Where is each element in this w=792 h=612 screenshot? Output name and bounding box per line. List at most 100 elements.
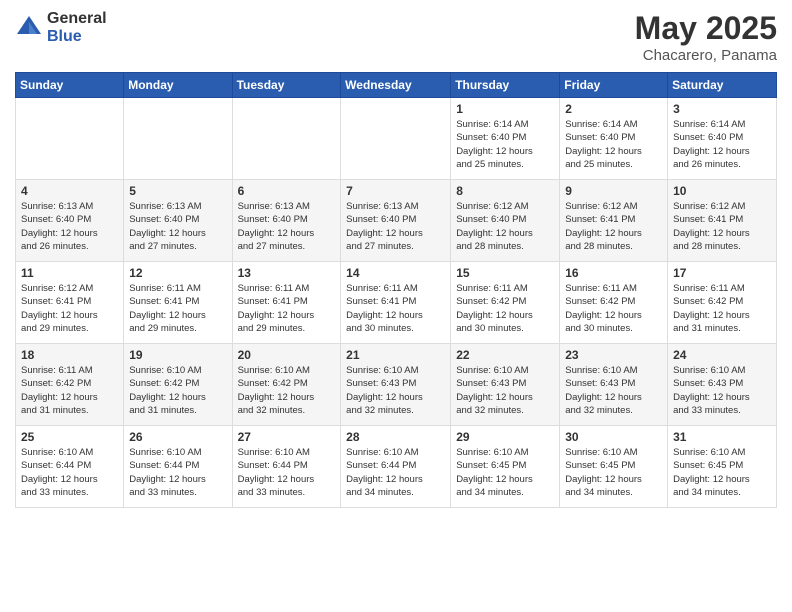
calendar-cell: 1 Sunrise: 6:14 AM Sunset: 6:40 PM Daylig… bbox=[451, 98, 560, 180]
day-number: 5 bbox=[129, 184, 226, 198]
day-number: 10 bbox=[673, 184, 771, 198]
col-tuesday: Tuesday bbox=[232, 73, 341, 98]
day-number: 18 bbox=[21, 348, 118, 362]
calendar-cell: 4 Sunrise: 6:13 AM Sunset: 6:40 PM Daylig… bbox=[16, 180, 124, 262]
calendar-header-row: Sunday Monday Tuesday Wednesday Thursday… bbox=[16, 73, 777, 98]
day-info: Sunrise: 6:11 AM Sunset: 6:42 PM Dayligh… bbox=[565, 282, 662, 335]
logo-text: General Blue bbox=[47, 10, 107, 45]
calendar-cell bbox=[341, 98, 451, 180]
calendar-cell: 6Sunrise: 6:13 AM Sunset: 6:40 PM Daylig… bbox=[232, 180, 341, 262]
day-info: Sunrise: 6:10 AM Sunset: 6:45 PM Dayligh… bbox=[456, 446, 554, 499]
day-info: Sunrise: 6:11 AM Sunset: 6:41 PM Dayligh… bbox=[129, 282, 226, 335]
day-info: Sunrise: 6:10 AM Sunset: 6:43 PM Dayligh… bbox=[673, 364, 771, 417]
day-number: 30 bbox=[565, 430, 662, 444]
logo: General Blue bbox=[15, 10, 107, 45]
calendar-cell: 26 Sunrise: 6:10 AM Sunset: 6:44 PM Dayli… bbox=[124, 426, 232, 508]
col-thursday: Thursday bbox=[451, 73, 560, 98]
day-number: 15 bbox=[456, 266, 554, 280]
day-number: 12 bbox=[129, 266, 226, 280]
calendar-cell: 5 Sunrise: 6:13 AM Sunset: 6:40 PM Daylig… bbox=[124, 180, 232, 262]
day-number: 20 bbox=[238, 348, 336, 362]
day-info: Sunrise: 6:10 AM Sunset: 6:45 PM Dayligh… bbox=[673, 446, 771, 499]
calendar-cell: 11Sunrise: 6:12 AM Sunset: 6:41 PM Dayli… bbox=[16, 262, 124, 344]
calendar-cell: 14Sunrise: 6:11 AM Sunset: 6:41 PM Dayli… bbox=[341, 262, 451, 344]
calendar-cell: 29Sunrise: 6:10 AM Sunset: 6:45 PM Dayli… bbox=[451, 426, 560, 508]
day-info: Sunrise: 6:10 AM Sunset: 6:44 PM Dayligh… bbox=[346, 446, 445, 499]
day-number: 1 bbox=[456, 102, 554, 116]
header: General Blue May 2025 Chacarero, Panama bbox=[15, 10, 777, 64]
day-number: 16 bbox=[565, 266, 662, 280]
calendar-cell bbox=[124, 98, 232, 180]
col-wednesday: Wednesday bbox=[341, 73, 451, 98]
calendar-cell: 8 Sunrise: 6:12 AM Sunset: 6:40 PM Daylig… bbox=[451, 180, 560, 262]
day-info: Sunrise: 6:10 AM Sunset: 6:42 PM Dayligh… bbox=[238, 364, 336, 417]
calendar-week-2: 4 Sunrise: 6:13 AM Sunset: 6:40 PM Daylig… bbox=[16, 180, 777, 262]
day-info: Sunrise: 6:10 AM Sunset: 6:43 PM Dayligh… bbox=[565, 364, 662, 417]
calendar-week-5: 25 Sunrise: 6:10 AM Sunset: 6:44 PM Dayli… bbox=[16, 426, 777, 508]
day-info: Sunrise: 6:11 AM Sunset: 6:42 PM Dayligh… bbox=[673, 282, 771, 335]
day-info: Sunrise: 6:10 AM Sunset: 6:42 PM Dayligh… bbox=[129, 364, 226, 417]
day-info: Sunrise: 6:10 AM Sunset: 6:43 PM Dayligh… bbox=[456, 364, 554, 417]
day-info: Sunrise: 6:11 AM Sunset: 6:42 PM Dayligh… bbox=[21, 364, 118, 417]
day-info: Sunrise: 6:14 AM Sunset: 6:40 PM Dayligh… bbox=[456, 118, 554, 171]
day-number: 8 bbox=[456, 184, 554, 198]
day-number: 31 bbox=[673, 430, 771, 444]
calendar-cell: 13Sunrise: 6:11 AM Sunset: 6:41 PM Dayli… bbox=[232, 262, 341, 344]
day-info: Sunrise: 6:14 AM Sunset: 6:40 PM Dayligh… bbox=[565, 118, 662, 171]
calendar-cell: 28 Sunrise: 6:10 AM Sunset: 6:44 PM Dayli… bbox=[341, 426, 451, 508]
day-number: 22 bbox=[456, 348, 554, 362]
calendar-cell: 15 Sunrise: 6:11 AM Sunset: 6:42 PM Dayli… bbox=[451, 262, 560, 344]
col-saturday: Saturday bbox=[668, 73, 777, 98]
day-number: 21 bbox=[346, 348, 445, 362]
col-monday: Monday bbox=[124, 73, 232, 98]
day-info: Sunrise: 6:10 AM Sunset: 6:44 PM Dayligh… bbox=[238, 446, 336, 499]
calendar-week-3: 11Sunrise: 6:12 AM Sunset: 6:41 PM Dayli… bbox=[16, 262, 777, 344]
calendar-cell: 31 Sunrise: 6:10 AM Sunset: 6:45 PM Dayli… bbox=[668, 426, 777, 508]
calendar-cell: 21 Sunrise: 6:10 AM Sunset: 6:43 PM Dayli… bbox=[341, 344, 451, 426]
day-info: Sunrise: 6:12 AM Sunset: 6:40 PM Dayligh… bbox=[456, 200, 554, 253]
day-info: Sunrise: 6:10 AM Sunset: 6:44 PM Dayligh… bbox=[21, 446, 118, 499]
col-sunday: Sunday bbox=[16, 73, 124, 98]
day-number: 25 bbox=[21, 430, 118, 444]
logo-icon bbox=[15, 14, 43, 42]
day-info: Sunrise: 6:10 AM Sunset: 6:44 PM Dayligh… bbox=[129, 446, 226, 499]
calendar-cell: 18 Sunrise: 6:11 AM Sunset: 6:42 PM Dayli… bbox=[16, 344, 124, 426]
calendar-week-1: 1 Sunrise: 6:14 AM Sunset: 6:40 PM Daylig… bbox=[16, 98, 777, 180]
calendar-cell: 22 Sunrise: 6:10 AM Sunset: 6:43 PM Dayli… bbox=[451, 344, 560, 426]
calendar-cell: 10Sunrise: 6:12 AM Sunset: 6:41 PM Dayli… bbox=[668, 180, 777, 262]
day-info: Sunrise: 6:11 AM Sunset: 6:41 PM Dayligh… bbox=[346, 282, 445, 335]
day-number: 27 bbox=[238, 430, 336, 444]
day-info: Sunrise: 6:10 AM Sunset: 6:43 PM Dayligh… bbox=[346, 364, 445, 417]
logo-blue-text: Blue bbox=[47, 28, 107, 46]
calendar-cell: 20 Sunrise: 6:10 AM Sunset: 6:42 PM Dayli… bbox=[232, 344, 341, 426]
day-number: 28 bbox=[346, 430, 445, 444]
day-info: Sunrise: 6:12 AM Sunset: 6:41 PM Dayligh… bbox=[565, 200, 662, 253]
day-number: 24 bbox=[673, 348, 771, 362]
day-number: 7 bbox=[346, 184, 445, 198]
col-friday: Friday bbox=[560, 73, 668, 98]
calendar-cell: 12 Sunrise: 6:11 AM Sunset: 6:41 PM Dayli… bbox=[124, 262, 232, 344]
day-number: 26 bbox=[129, 430, 226, 444]
day-info: Sunrise: 6:10 AM Sunset: 6:45 PM Dayligh… bbox=[565, 446, 662, 499]
calendar-cell: 24 Sunrise: 6:10 AM Sunset: 6:43 PM Dayli… bbox=[668, 344, 777, 426]
calendar-cell bbox=[232, 98, 341, 180]
location-subtitle: Chacarero, Panama bbox=[635, 47, 777, 64]
day-number: 23 bbox=[565, 348, 662, 362]
day-info: Sunrise: 6:11 AM Sunset: 6:42 PM Dayligh… bbox=[456, 282, 554, 335]
day-number: 4 bbox=[21, 184, 118, 198]
calendar-week-4: 18 Sunrise: 6:11 AM Sunset: 6:42 PM Dayli… bbox=[16, 344, 777, 426]
calendar-cell: 9 Sunrise: 6:12 AM Sunset: 6:41 PM Daylig… bbox=[560, 180, 668, 262]
day-info: Sunrise: 6:14 AM Sunset: 6:40 PM Dayligh… bbox=[673, 118, 771, 171]
day-number: 11 bbox=[21, 266, 118, 280]
day-number: 3 bbox=[673, 102, 771, 116]
day-info: Sunrise: 6:13 AM Sunset: 6:40 PM Dayligh… bbox=[129, 200, 226, 253]
page: General Blue May 2025 Chacarero, Panama … bbox=[0, 0, 792, 612]
day-number: 9 bbox=[565, 184, 662, 198]
day-number: 19 bbox=[129, 348, 226, 362]
day-info: Sunrise: 6:13 AM Sunset: 6:40 PM Dayligh… bbox=[346, 200, 445, 253]
day-info: Sunrise: 6:13 AM Sunset: 6:40 PM Dayligh… bbox=[21, 200, 118, 253]
title-block: May 2025 Chacarero, Panama bbox=[635, 10, 777, 64]
day-info: Sunrise: 6:11 AM Sunset: 6:41 PM Dayligh… bbox=[238, 282, 336, 335]
calendar-cell: 30 Sunrise: 6:10 AM Sunset: 6:45 PM Dayli… bbox=[560, 426, 668, 508]
calendar-cell: 3 Sunrise: 6:14 AM Sunset: 6:40 PM Daylig… bbox=[668, 98, 777, 180]
